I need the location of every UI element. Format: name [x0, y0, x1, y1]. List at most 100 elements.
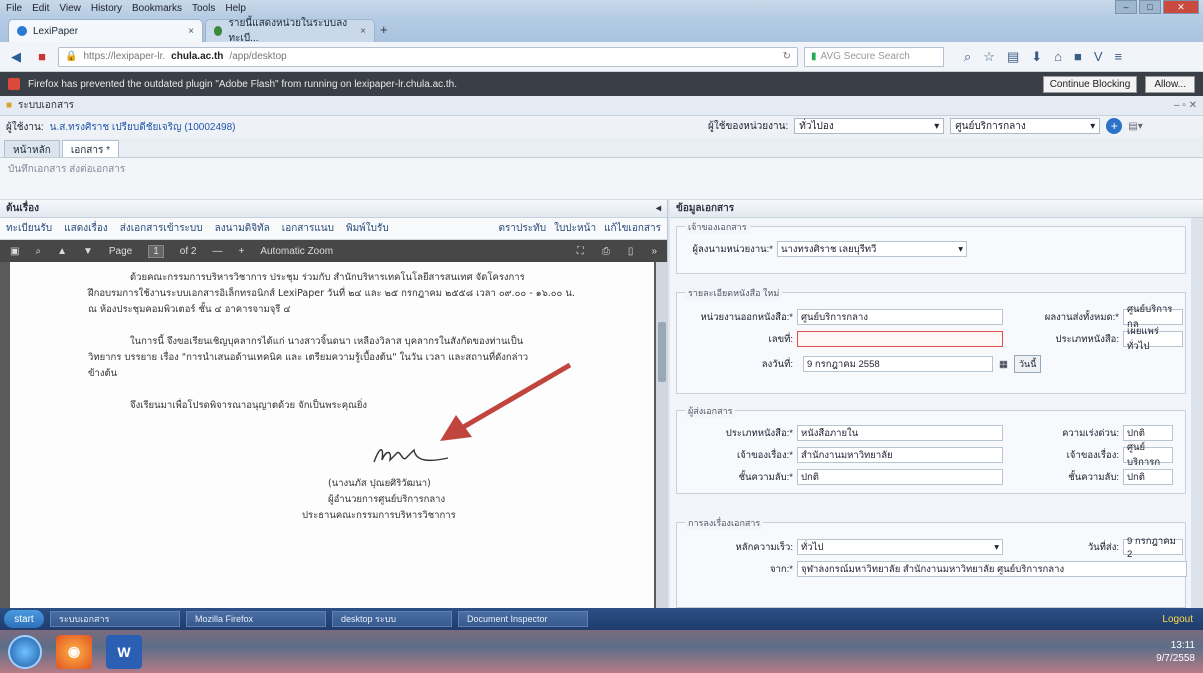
taskbar-item-inspector[interactable]: Document Inspector	[458, 611, 588, 627]
menu-tools[interactable]: Tools	[192, 3, 215, 14]
presentation-icon[interactable]: ⛶	[577, 246, 584, 257]
logout-button[interactable]: Logout	[1162, 614, 1199, 625]
reload-icon[interactable]: ↻	[783, 51, 791, 62]
form-scrollbar[interactable]	[1191, 218, 1203, 608]
signer-unit-select[interactable]: นางทรงศิราช เลยบุรีทวี ▾	[777, 241, 967, 257]
page-number-input[interactable]: 1	[148, 244, 164, 258]
print-receipt-button[interactable]: พิมพ์ใบรับ	[346, 221, 389, 236]
cover-button[interactable]: ใบปะหน้า	[554, 221, 596, 236]
user-link[interactable]: น.ส.ทรงศิราช เปรียบดีชัยเจริญ (10002498)	[50, 120, 236, 135]
tab-document[interactable]: เอกสาร *	[61, 140, 120, 157]
pdf-scroll-thumb[interactable]	[658, 322, 666, 382]
menu-hamburger-icon[interactable]: ≡	[1115, 49, 1123, 65]
avg-shield-icon[interactable]: ■	[32, 47, 52, 67]
attachment-button[interactable]: เอกสารแนบ	[282, 221, 334, 236]
right-section-header: ข้อมูลเอกสาร	[670, 200, 1203, 218]
docno-input[interactable]	[797, 331, 1003, 347]
browser-tab-second[interactable]: รายนี้แสดงหน่วยในระบบลงทะเบี... ×	[205, 18, 375, 44]
close-icon[interactable]: ✕	[1163, 0, 1199, 14]
menu-view[interactable]: View	[59, 3, 81, 14]
secret-input[interactable]: ปกติ	[797, 469, 1003, 485]
navigation-bar: ◀ ■ 🔒 https://lexipaper-lr. chula.ac.th/a…	[0, 42, 1203, 72]
signer-unit-label: ผู้ลงนามหน่วยงาน:*	[692, 243, 773, 255]
system-clock[interactable]: 13:11 9/7/2558	[1156, 639, 1195, 665]
firefox-icon[interactable]: ◉	[56, 634, 92, 669]
kind-input[interactable]: หนังสือภายใน	[797, 425, 1003, 441]
sign-button[interactable]: ลงนามดิจิทัล	[215, 221, 270, 236]
submit-button[interactable]: ส่งเอกสารเข้าระบบ	[120, 221, 203, 236]
toolbar-hint[interactable]: บันทึกเอกสาร ส่งต่อเอกสาร	[8, 164, 125, 175]
app-title-text: ระบบเอกสาร	[18, 100, 75, 111]
bookmark-icon[interactable]: ▯	[628, 246, 634, 257]
date-input[interactable]: 9 กรกฎาคม 2558	[803, 356, 993, 372]
windows-start-orb-icon[interactable]	[8, 634, 42, 669]
unit-select[interactable]: ศูนย์บริการกลาง ▾	[950, 118, 1101, 134]
menu-history[interactable]: History	[91, 3, 122, 14]
tools-icon[interactable]: »	[651, 246, 657, 257]
close-tab-icon[interactable]: ×	[360, 26, 366, 37]
pdf-scrollbar[interactable]	[656, 262, 668, 608]
options-icon[interactable]: ▤▾	[1128, 121, 1142, 132]
issuer2-input[interactable]: ศูนย์บริการกล	[1123, 304, 1183, 330]
close-tab-icon[interactable]: ×	[188, 26, 194, 37]
allow-plugin-button[interactable]: Allow...	[1145, 75, 1195, 93]
maximize-icon[interactable]: □	[1139, 0, 1161, 14]
search-icon[interactable]: ⌕	[964, 49, 971, 65]
paragraph-2-line-1: ในการนี้ จึงขอเรียนเชิญบุคลากรได้แก่ นาง…	[130, 336, 524, 347]
urgency-input[interactable]: ปกติ	[1123, 425, 1173, 441]
pocket-icon[interactable]: ■	[1074, 49, 1082, 65]
taskbar-item-desktop[interactable]: desktop ระบบ	[332, 611, 452, 627]
stamp-button[interactable]: ตราประทับ	[499, 221, 547, 236]
address-bar[interactable]: 🔒 https://lexipaper-lr. chula.ac.th/app/d…	[58, 46, 798, 67]
menu-bookmarks[interactable]: Bookmarks	[132, 3, 182, 14]
add-icon[interactable]: +	[1106, 118, 1123, 134]
sent-date-label: วันที่ส่ง:	[1087, 541, 1119, 553]
today-button[interactable]: วันนี้	[1013, 355, 1042, 373]
owner-input[interactable]: สำนักงานมหาวิทยาลัย	[797, 447, 1003, 463]
bookmarks-list-icon[interactable]: ▤	[1007, 49, 1019, 65]
issuer-input[interactable]: ศูนย์บริการกลาง	[797, 309, 1003, 325]
sent-date-input[interactable]: 9 กรกฎาคม 2	[1123, 536, 1183, 560]
tab-home[interactable]: หน้าหลัก	[4, 140, 60, 157]
bookmark-star-icon[interactable]: ☆	[983, 49, 995, 65]
home-icon[interactable]: ⌂	[1054, 49, 1062, 65]
menu-edit[interactable]: Edit	[32, 3, 49, 14]
start-button[interactable]: start	[4, 610, 44, 628]
zoom-select[interactable]: Automatic Zoom	[260, 246, 333, 257]
speed-select[interactable]: ทั่วไป ▾	[797, 539, 1003, 555]
show-button[interactable]: แสดงเรื่อง	[64, 221, 108, 236]
word-icon[interactable]: W	[106, 634, 142, 669]
owner2-input[interactable]: ศูนย์บริการก	[1123, 442, 1173, 468]
app-window-controls[interactable]: – ▫ ✕	[1174, 100, 1197, 111]
zoom-out-icon[interactable]: —	[212, 246, 222, 257]
from-input[interactable]: จุฬาลงกรณ์มหาวิทยาลัย สำนักงานมหาวิทยาลั…	[797, 561, 1187, 577]
minimize-icon[interactable]: –	[1115, 0, 1137, 14]
download-icon[interactable]: ⬇	[1031, 49, 1042, 65]
collapse-icon[interactable]: ◂	[656, 203, 661, 214]
register-button[interactable]: ทะเบียนรับ	[6, 221, 52, 236]
speed-label: หลักความเร็ว:	[735, 541, 793, 553]
doctype-input[interactable]: เผยแพร่ทั่วไป	[1123, 326, 1183, 352]
secret2-input[interactable]: ปกติ	[1123, 469, 1173, 485]
sidebar-toggle-icon[interactable]: ▣	[10, 246, 19, 257]
next-page-icon[interactable]: ▼	[83, 246, 93, 257]
taskbar-item-firefox[interactable]: Mozilla Firefox	[186, 611, 326, 627]
find-icon[interactable]: ⌕	[35, 246, 41, 257]
search-input[interactable]: ▮ AVG Secure Search	[804, 46, 944, 67]
continue-blocking-button[interactable]: Continue Blocking	[1042, 75, 1138, 93]
date-label: ลงวันที่:	[761, 358, 793, 370]
menu-help[interactable]: Help	[225, 3, 246, 14]
browser-tab-lexipaper[interactable]: LexiPaper ×	[8, 19, 203, 42]
print-icon[interactable]: ⎙	[602, 246, 610, 257]
avg-toolbar-icon[interactable]: V	[1094, 49, 1103, 65]
zoom-in-icon[interactable]: +	[238, 246, 244, 257]
taskbar-top: start ระบบเอกสาร Mozilla Firefox desktop…	[0, 608, 1203, 630]
new-tab-icon[interactable]: +	[380, 22, 388, 37]
edit-doc-button[interactable]: แก้ไขเอกสาร	[604, 221, 661, 236]
prev-page-icon[interactable]: ▲	[57, 246, 67, 257]
back-icon[interactable]: ◀	[6, 47, 26, 67]
menu-file[interactable]: File	[6, 3, 22, 14]
taskbar-item-docs[interactable]: ระบบเอกสาร	[50, 611, 180, 627]
calendar-icon[interactable]: ▦	[999, 359, 1008, 370]
dept-select[interactable]: ทั่วไปอง ▾	[794, 118, 945, 134]
